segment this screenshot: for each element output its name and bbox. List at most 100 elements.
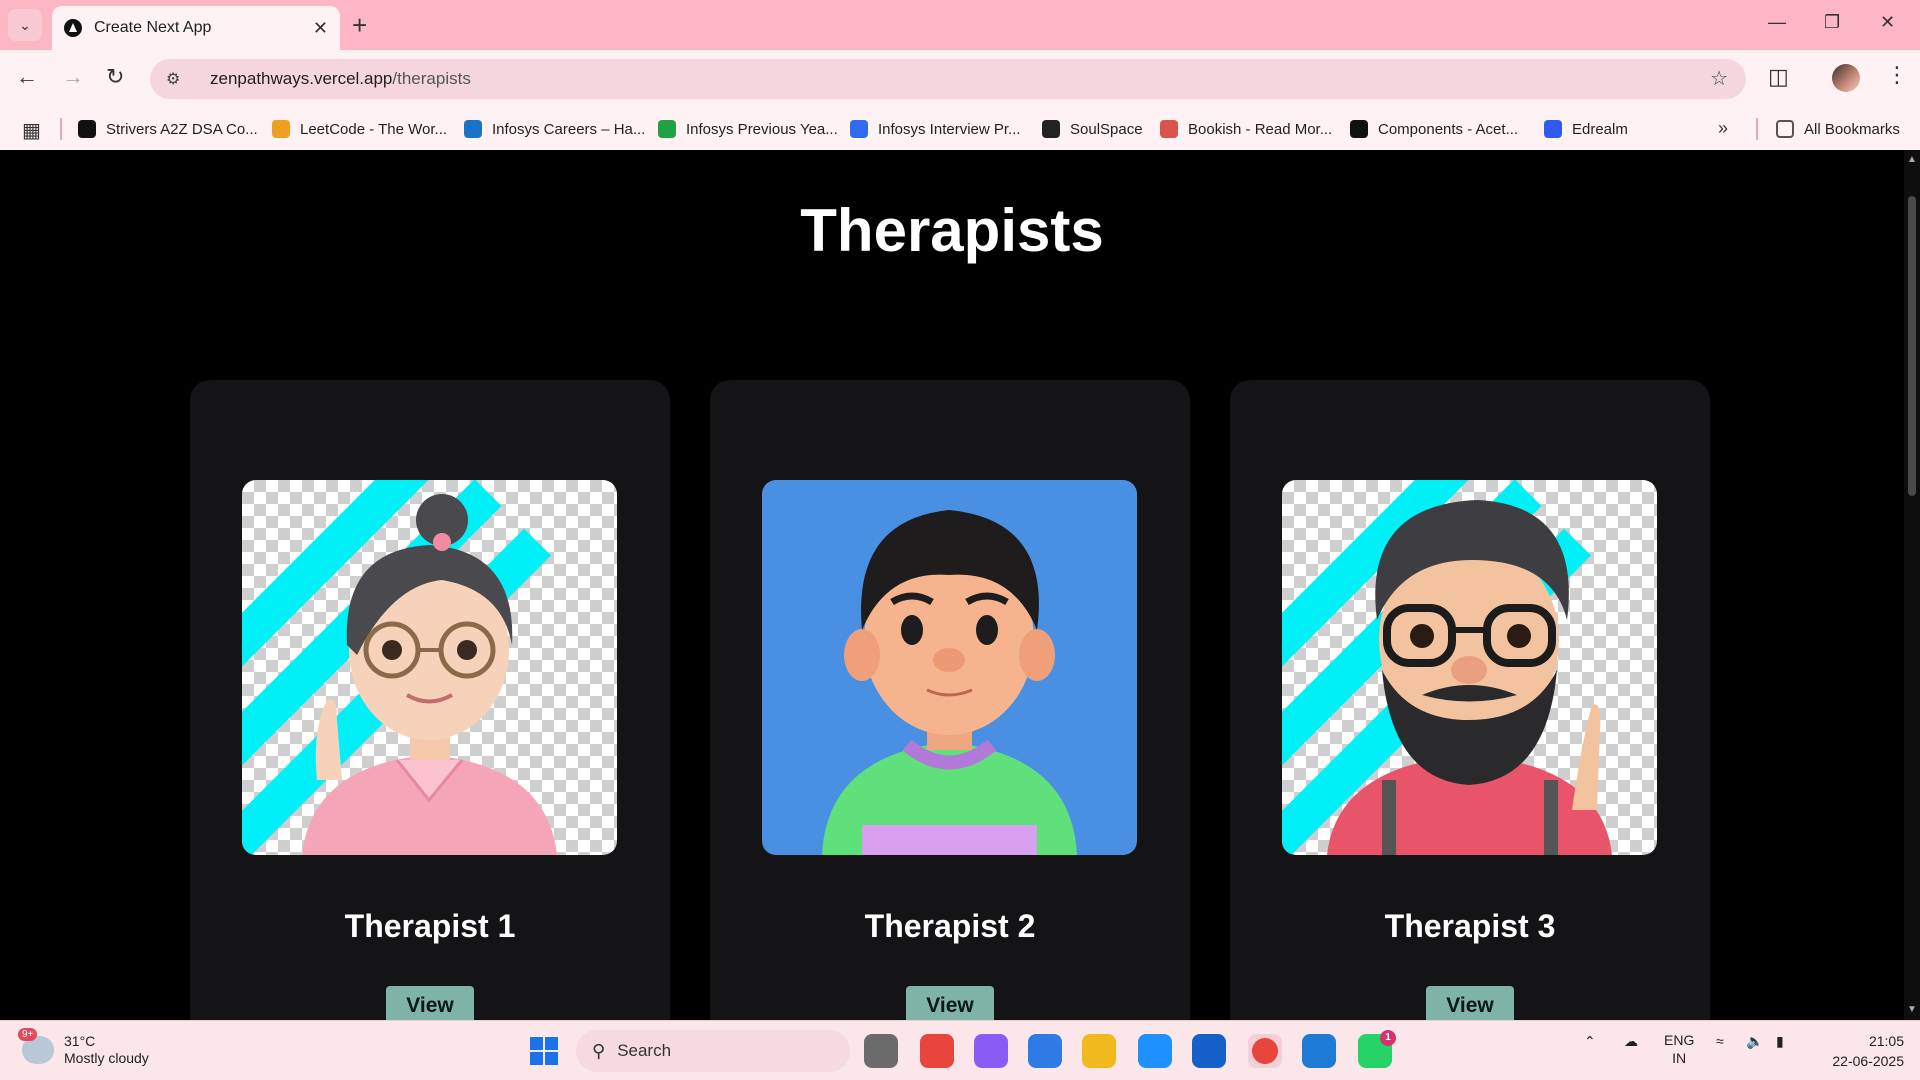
bearded-avatar-icon	[1327, 500, 1612, 855]
bookmark-label: Components - Acet...	[1378, 120, 1519, 138]
bookmark-item[interactable]: Infosys Previous Yea...	[658, 114, 838, 144]
scroll-up-icon[interactable]: ▲	[1907, 154, 1917, 165]
temperature: 31°C	[64, 1033, 96, 1049]
therapist-name: Therapist 1	[344, 908, 516, 944]
female-avatar-icon	[302, 494, 557, 855]
view-therapist-button[interactable]: View	[1426, 986, 1514, 1020]
bookmark-label: Infosys Previous Yea...	[686, 120, 838, 138]
bookmark-label: Edrealm	[1572, 120, 1628, 138]
bookmark-favicon-icon	[850, 120, 868, 138]
male-avatar-icon	[822, 510, 1077, 855]
battery-icon[interactable]: ▮	[1776, 1033, 1784, 1050]
weather-badge: 9+	[18, 1028, 38, 1041]
bookmarks-divider	[1756, 118, 1758, 140]
tab-title: Create Next App	[94, 19, 212, 36]
more-menu-icon[interactable]: ⋮	[1886, 62, 1908, 88]
chevron-up-icon[interactable]: ⌃	[1584, 1033, 1596, 1050]
close-tab-icon[interactable]: ✕	[313, 18, 328, 39]
close-window-icon[interactable]: ✕	[1880, 12, 1895, 33]
bookmark-label: Infosys Careers – Ha...	[492, 120, 646, 138]
therapist-avatar	[242, 480, 617, 855]
weather-condition: Mostly cloudy	[64, 1050, 149, 1066]
bookmarks-bar: ▦ Strivers A2Z DSA Co... LeetCode - The …	[0, 108, 1920, 150]
view-therapist-button[interactable]: View	[906, 986, 994, 1020]
file-explorer-icon[interactable]	[1082, 1034, 1116, 1068]
vscode-icon[interactable]	[1302, 1034, 1336, 1068]
active-tab[interactable]: Create Next App ✕	[52, 6, 340, 50]
whatsapp-icon[interactable]: 1	[1358, 1030, 1396, 1068]
view-therapist-button[interactable]: View	[386, 986, 474, 1020]
language-code: ENG	[1664, 1032, 1695, 1048]
all-bookmarks-button[interactable]: All Bookmarks	[1776, 114, 1900, 144]
bookmark-star-icon[interactable]: ☆	[1710, 66, 1728, 91]
therapist-card: Therapist 1 View	[190, 380, 670, 1020]
back-icon[interactable]: ←	[16, 64, 38, 90]
task-view-icon[interactable]	[864, 1034, 898, 1068]
apps-grid-icon[interactable]: ▦	[22, 118, 41, 143]
bookmark-label: Bookish - Read Mor...	[1188, 120, 1333, 138]
therapist-name: Therapist 2	[864, 908, 1036, 944]
bookmark-favicon-icon	[658, 120, 676, 138]
bookmark-item[interactable]: LeetCode - The Wor...	[272, 114, 447, 144]
page-scrollbar[interactable]: ▲ ▼	[1904, 150, 1920, 1020]
bookmark-label: SoulSpace	[1070, 120, 1143, 138]
cloud-weather-icon: 9+	[18, 1028, 54, 1064]
site-info-icon[interactable]: ⚙	[166, 69, 192, 89]
windows-start-icon[interactable]	[530, 1037, 558, 1065]
copilot-icon[interactable]	[974, 1034, 1008, 1068]
url-text: zenpathways.vercel.app/therapists	[210, 69, 471, 89]
tab-search-button[interactable]: ⌄	[8, 9, 42, 41]
onedrive-cloud-icon[interactable]: ☁	[1624, 1033, 1638, 1050]
bookmark-item[interactable]: Infosys Careers – Ha...	[464, 114, 645, 144]
reload-icon[interactable]: ↻	[106, 64, 124, 90]
clock-time: 21:05	[1868, 1033, 1904, 1049]
clock-date: 22-06-2025	[1832, 1053, 1904, 1069]
forward-icon[interactable]: →	[62, 64, 84, 90]
bookmark-favicon-icon	[1544, 120, 1562, 138]
search-icon: ⚲	[592, 1040, 606, 1061]
system-clock[interactable]: 21:05 22-06-2025	[1804, 1031, 1904, 1071]
weather-widget[interactable]: 9+ 31°C Mostly cloudy	[18, 1028, 149, 1067]
volume-icon[interactable]: 🔈	[1746, 1033, 1763, 1050]
scroll-down-icon[interactable]: ▼	[1907, 1004, 1917, 1015]
microsoft-store-icon[interactable]	[1028, 1034, 1062, 1068]
chevron-down-icon: ⌄	[19, 16, 31, 33]
language-indicator[interactable]: ENG IN	[1664, 1031, 1694, 1067]
bookmarks-divider	[60, 118, 62, 140]
therapist-card: Therapist 3 View	[1230, 380, 1710, 1020]
minimize-icon[interactable]: —	[1768, 12, 1786, 33]
wifi-icon[interactable]: ≈	[1716, 1033, 1724, 1049]
profile-avatar[interactable]	[1832, 64, 1860, 92]
nextjs-favicon-icon	[64, 19, 82, 37]
page-title: Therapists	[800, 197, 1104, 264]
taskbar-search[interactable]: ⚲ Search	[576, 1030, 850, 1072]
whatsapp-badge: 1	[1380, 1030, 1396, 1046]
scrollbar-thumb[interactable]	[1908, 196, 1916, 496]
new-tab-icon[interactable]: +	[352, 10, 367, 41]
chrome-active-icon[interactable]	[1248, 1034, 1282, 1068]
bookmark-favicon-icon	[1042, 120, 1060, 138]
extensions-puzzle-icon[interactable]: ◫	[1768, 64, 1789, 90]
therapist-avatar	[762, 480, 1137, 855]
chrome-icon[interactable]	[920, 1034, 954, 1068]
address-bar[interactable]: ⚙ zenpathways.vercel.app/therapists ☆	[150, 59, 1746, 99]
more-bookmarks-icon[interactable]: »	[1718, 118, 1728, 139]
windows-taskbar: 9+ 31°C Mostly cloudy ⚲ Search 1 ⌃ ☁ ENG…	[0, 1020, 1920, 1080]
bookmark-item[interactable]: Components - Acet...	[1350, 114, 1518, 144]
page-viewport: Therapists Therapist 1 View Therapist 2 …	[0, 150, 1904, 1020]
myhp-icon[interactable]	[1192, 1034, 1226, 1068]
browser-toolbar: ← → ↻ ⚙ zenpathways.vercel.app/therapist…	[0, 50, 1920, 108]
bookmark-favicon-icon	[272, 120, 290, 138]
all-bookmarks-label: All Bookmarks	[1804, 120, 1900, 138]
restore-icon[interactable]: ❐	[1824, 12, 1840, 33]
bookmark-item[interactable]: SoulSpace	[1042, 114, 1143, 144]
get-help-icon[interactable]	[1138, 1034, 1172, 1068]
bookmark-item[interactable]: Bookish - Read Mor...	[1160, 114, 1332, 144]
bookmark-favicon-icon	[78, 120, 96, 138]
taskbar-search-label: Search	[617, 1041, 672, 1060]
bookmark-item[interactable]: Infosys Interview Pr...	[850, 114, 1021, 144]
bookmark-favicon-icon	[464, 120, 482, 138]
bookmark-item[interactable]: Edrealm	[1544, 114, 1628, 144]
bookmark-item[interactable]: Strivers A2Z DSA Co...	[78, 114, 258, 144]
bookmark-favicon-icon	[1350, 120, 1368, 138]
